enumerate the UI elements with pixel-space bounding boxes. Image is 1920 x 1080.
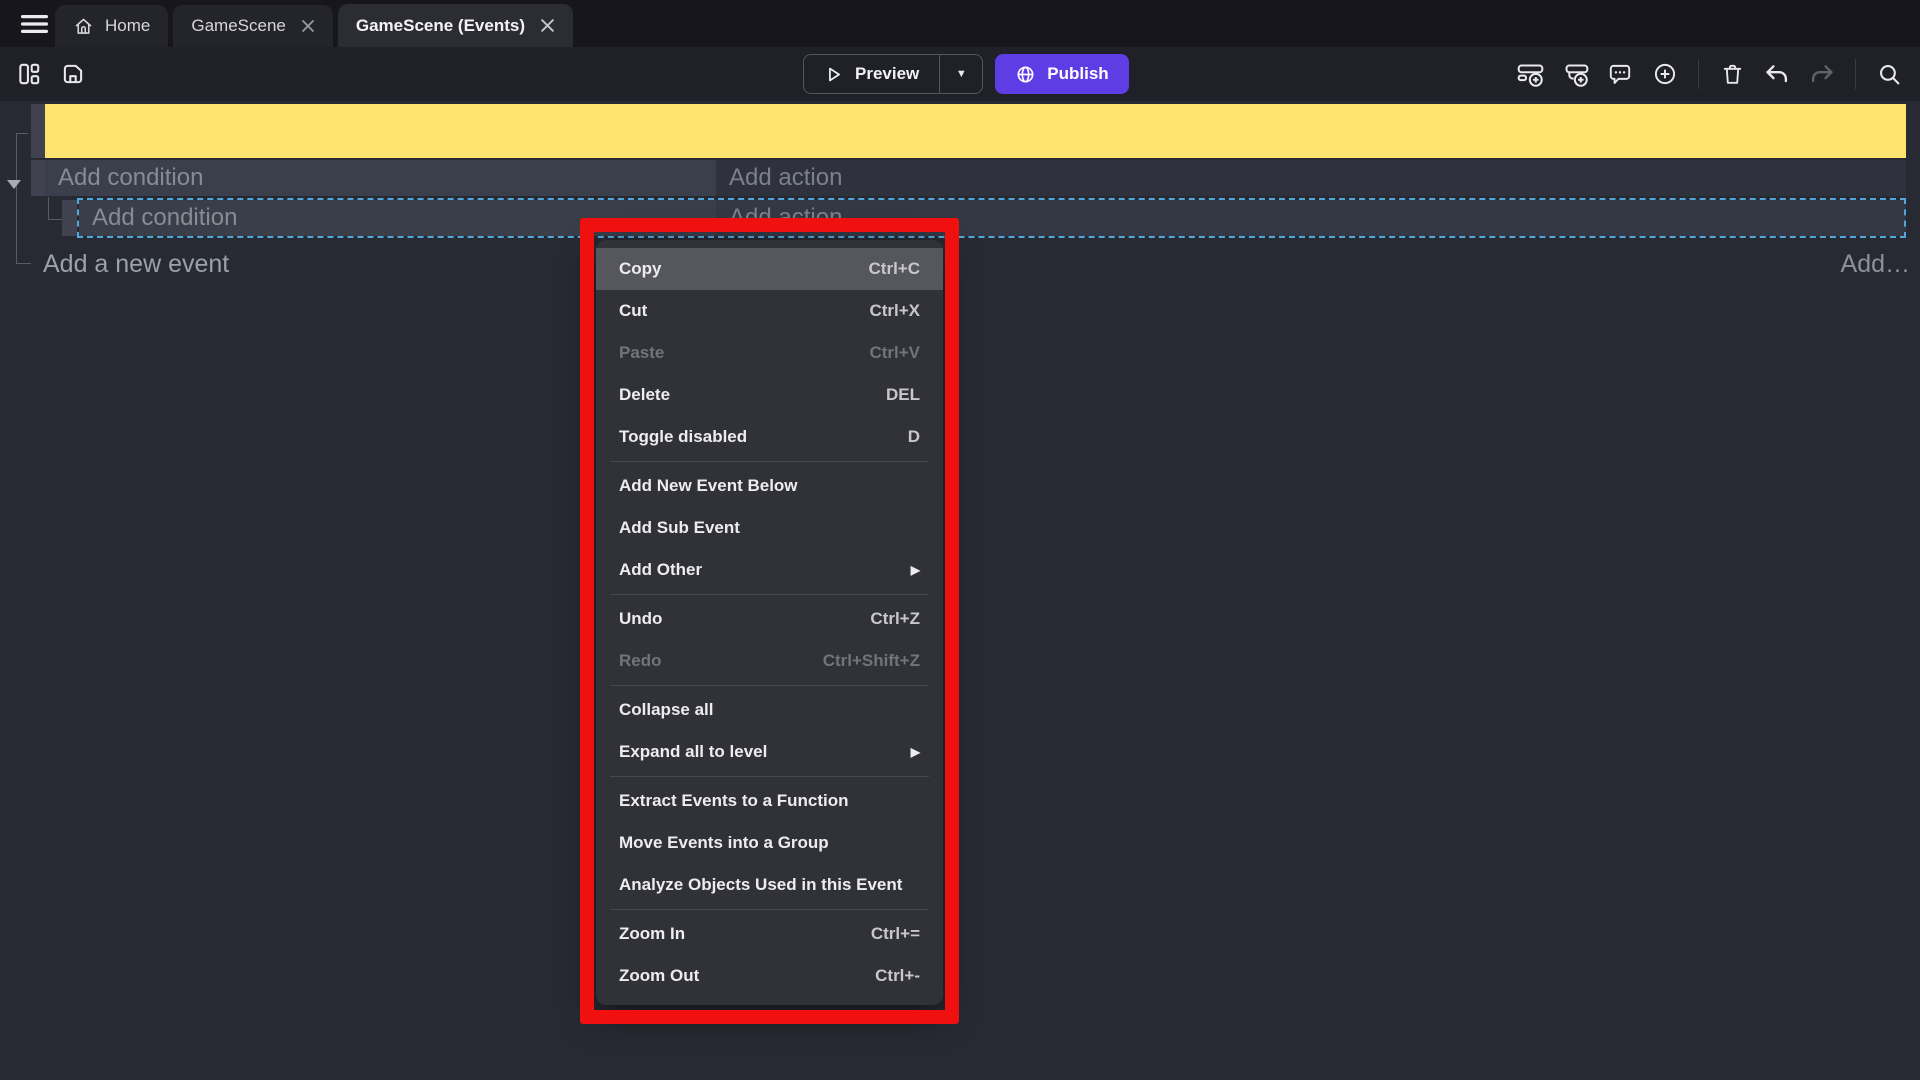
delete-button[interactable] bbox=[1713, 55, 1751, 93]
toolbar-left-group bbox=[10, 55, 92, 93]
open-project-manager-button[interactable] bbox=[10, 55, 48, 93]
tab-label: Home bbox=[105, 16, 150, 36]
tab-list: Home GameScene GameScene (Events) bbox=[55, 4, 573, 47]
undo-icon bbox=[1764, 61, 1790, 87]
gdevelop-window: Home GameScene GameScene (Events) bbox=[0, 0, 1920, 1080]
add-sub-event-icon bbox=[1562, 61, 1589, 88]
home-icon bbox=[73, 16, 94, 37]
preview-button-group: Preview ▼ bbox=[803, 54, 983, 94]
publish-label: Publish bbox=[1047, 64, 1108, 84]
toolbar-right-group bbox=[1511, 55, 1908, 93]
preview-options-button[interactable]: ▼ bbox=[940, 55, 982, 93]
tab-home[interactable]: Home bbox=[55, 5, 168, 47]
event1-add-action-button[interactable]: Add action bbox=[716, 160, 1906, 196]
comment-drag-handle[interactable] bbox=[31, 104, 45, 158]
tree-line bbox=[48, 197, 49, 219]
add-action-label: Add action bbox=[729, 164, 842, 192]
event-drag-handle[interactable] bbox=[31, 160, 45, 196]
add-sub-event-button[interactable] bbox=[1556, 55, 1594, 93]
close-icon[interactable] bbox=[301, 19, 315, 33]
tab-bar: Home GameScene GameScene (Events) bbox=[0, 0, 1920, 47]
comment-icon bbox=[1607, 61, 1633, 87]
add-new-event-button[interactable] bbox=[1511, 55, 1549, 93]
search-events-button[interactable] bbox=[1870, 55, 1908, 93]
preview-label: Preview bbox=[855, 64, 919, 84]
tree-line bbox=[16, 133, 28, 134]
globe-icon bbox=[1015, 64, 1036, 85]
choose-event-type-button[interactable] bbox=[1646, 55, 1684, 93]
main-menu-button[interactable] bbox=[12, 9, 56, 39]
tree-line bbox=[48, 219, 62, 220]
undo-button[interactable] bbox=[1758, 55, 1796, 93]
hamburger-icon bbox=[21, 14, 48, 34]
redo-button[interactable] bbox=[1803, 55, 1841, 93]
publish-button[interactable]: Publish bbox=[995, 54, 1128, 94]
add-comment-button[interactable] bbox=[1601, 55, 1639, 93]
tab-gamescene-events[interactable]: GameScene (Events) bbox=[338, 4, 573, 47]
add-new-event-link[interactable]: Add a new event bbox=[43, 250, 229, 279]
events-toolbar: Preview ▼ Publish bbox=[0, 47, 1920, 101]
chevron-down-icon: ▼ bbox=[956, 68, 967, 80]
sub-event-drag-handle[interactable] bbox=[62, 200, 77, 236]
selected-event-outline bbox=[77, 198, 1906, 238]
annotation-highlight-box bbox=[580, 218, 959, 1024]
toolbar-divider bbox=[1855, 59, 1856, 89]
close-icon[interactable] bbox=[540, 18, 555, 33]
comment-event-block[interactable] bbox=[45, 104, 1906, 158]
search-icon bbox=[1877, 62, 1902, 87]
tab-label: GameScene bbox=[191, 16, 286, 36]
add-circle-icon bbox=[1652, 61, 1678, 87]
preview-button[interactable]: Preview bbox=[804, 55, 940, 93]
tab-gamescene[interactable]: GameScene bbox=[173, 5, 333, 47]
play-icon bbox=[824, 65, 843, 84]
add-condition-label: Add condition bbox=[58, 164, 203, 192]
add-more-link[interactable]: Add… bbox=[1841, 250, 1910, 279]
project-manager-icon bbox=[16, 61, 42, 87]
tab-label: GameScene (Events) bbox=[356, 16, 525, 36]
tree-line bbox=[16, 133, 17, 263]
trash-icon bbox=[1720, 62, 1745, 87]
event1-add-condition-button[interactable]: Add condition bbox=[45, 160, 716, 196]
tree-line bbox=[16, 263, 31, 264]
toolbar-divider bbox=[1698, 59, 1699, 89]
toolbar-center-group: Preview ▼ Publish bbox=[803, 54, 1129, 94]
redo-icon bbox=[1809, 61, 1835, 87]
save-icon bbox=[60, 61, 86, 87]
collapse-event-arrow-icon[interactable] bbox=[7, 180, 21, 189]
add-event-icon bbox=[1517, 61, 1544, 88]
save-project-button[interactable] bbox=[54, 55, 92, 93]
